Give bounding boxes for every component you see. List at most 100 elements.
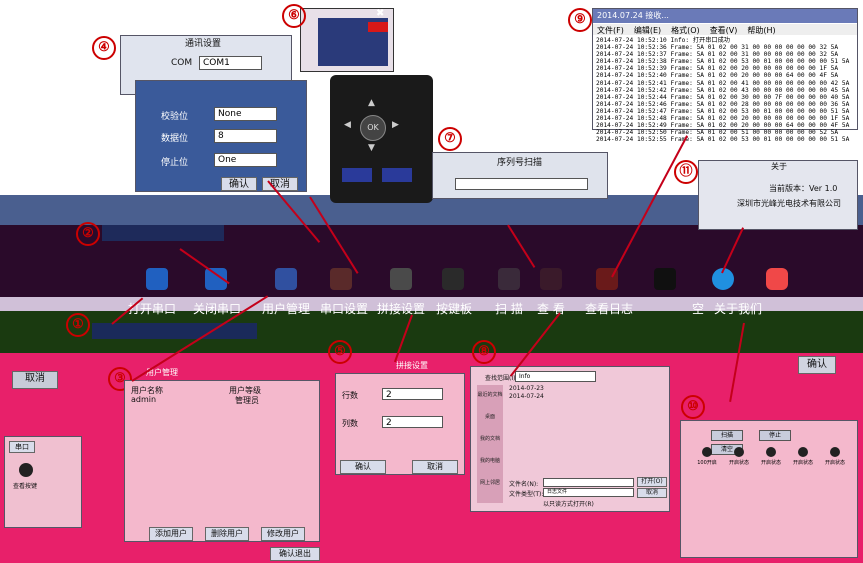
splice-title: 拼接设置 — [396, 361, 428, 370]
scan-button[interactable]: 停止 — [759, 430, 791, 441]
places-list: 最近的文档 桌面 我的文档 我的电脑 网上邻居 — [477, 391, 503, 501]
toolbar-splice-settings[interactable]: 拼接设置 — [377, 300, 425, 317]
keypad-icon[interactable] — [442, 268, 464, 290]
log-line: 2014-07-24 10:52:36 Frame: 5A 01 02 00 3… — [596, 44, 839, 52]
delete-user-button[interactable]: 删除用户 — [205, 527, 249, 541]
log-line: 2014-07-24 10:52:44 Frame: 5A 01 02 00 3… — [596, 93, 850, 101]
serial-scan-dialog: 序列号扫描 — [432, 152, 608, 199]
stopbits-select[interactable]: One — [214, 153, 277, 167]
splice-rows-select[interactable]: 2 — [382, 388, 443, 400]
status-dot-icon — [734, 447, 744, 457]
parity-select[interactable]: None — [214, 107, 277, 121]
open-port-icon[interactable] — [146, 268, 168, 290]
toolbar-scan[interactable]: 扫 描 — [495, 300, 523, 317]
scan-status-item[interactable]: 开启状态 — [723, 447, 755, 466]
close-icon[interactable]: ✖ — [376, 8, 384, 19]
toolbar-keypad[interactable]: 按键板 — [436, 300, 472, 317]
splice-cols-select[interactable]: 2 — [382, 416, 443, 428]
scan-status-item[interactable]: 100开启 — [691, 447, 723, 466]
file-item-1[interactable]: 2014-07-23 — [509, 385, 544, 392]
log-line: 2014-07-24 10:52:55 Frame: 5A 01 02 00 5… — [596, 136, 850, 144]
exit-confirm-button[interactable]: 确认退出 — [270, 547, 320, 561]
about-version: 当前版本：Ver 1.0 — [769, 184, 838, 193]
remote-right-icon[interactable]: ▶ — [392, 120, 399, 130]
toolbar-view-log[interactable]: 查看日志 — [585, 300, 633, 317]
toolbar-port-settings[interactable]: 串口设置 — [320, 300, 368, 317]
remote-left-icon[interactable]: ◀ — [344, 120, 351, 130]
toolbar-close-port[interactable]: 关闭串口 — [193, 300, 241, 317]
status-dot-icon — [830, 447, 840, 457]
place-item[interactable]: 最近的文档 — [477, 391, 503, 413]
filetype-select[interactable]: 日志文件 — [543, 488, 634, 497]
splice-ok-button[interactable]: 确认 — [340, 460, 386, 474]
log-menu-item[interactable]: 格式(O) — [671, 26, 700, 35]
toolbar-user-mgmt[interactable]: 用户管理 — [262, 300, 310, 317]
comm-ok-button[interactable]: 确认 — [221, 177, 257, 191]
com-select[interactable]: COM1 — [199, 56, 262, 70]
remote-body — [330, 75, 433, 203]
callout-6: ⑥ — [282, 4, 306, 28]
readonly-checkbox[interactable]: 以只读方式打开(R) — [543, 499, 594, 508]
splice-settings-icon[interactable] — [390, 268, 412, 290]
comm-cancel-button[interactable]: 取消 — [262, 177, 298, 191]
left-cancel-button[interactable]: 取消 — [12, 371, 58, 389]
status-bar-dark — [102, 225, 224, 241]
row-user-level[interactable]: 管理员 — [235, 395, 259, 406]
serial-scan-field[interactable] — [455, 178, 588, 190]
log-menu-item[interactable]: 帮助(H) — [747, 26, 775, 35]
scan-control-panel: 扫描 停止清空 100开启 开启状态 开启状态 开启状态 开启状态 — [680, 420, 858, 558]
toolbar-about[interactable]: 关于我们 — [714, 300, 762, 317]
log-line: 2014-07-24 10:52:10 Info: 打开串口成功 — [596, 37, 730, 44]
remote-up-icon[interactable]: ▲ — [368, 98, 375, 108]
left-key-label: 查看按键 — [13, 483, 38, 490]
left-port-button[interactable]: 串口 — [9, 441, 35, 453]
scan-status-item[interactable]: 开启状态 — [819, 447, 851, 466]
filename-input[interactable] — [543, 478, 634, 487]
log-line: 2014-07-24 10:52:41 Frame: 5A 01 02 00 4… — [596, 79, 850, 87]
callout-11: ⑪ — [674, 160, 698, 184]
remote-blue-key-right[interactable] — [382, 168, 412, 182]
remote-ok-button[interactable]: OK — [360, 115, 386, 141]
scan-button[interactable]: 扫描 — [711, 430, 743, 441]
log-line: 2014-07-24 10:52:50 Frame: 5A 01 02 00 5… — [596, 129, 839, 137]
log-menu-item[interactable]: 文件(F) — [597, 26, 624, 35]
log-line: 2014-07-24 10:52:38 Frame: 5A 01 02 00 5… — [596, 58, 850, 66]
open-button[interactable]: 打开(O) — [637, 477, 667, 487]
remote-down-icon[interactable]: ▼ — [368, 143, 375, 153]
lookin-select[interactable]: Info — [515, 371, 596, 382]
place-item[interactable]: 桌面 — [477, 413, 503, 435]
modify-user-button[interactable]: 修改用户 — [261, 527, 305, 541]
log-window: 2014.07.24 接收... 文件(F) 编辑(E) 格式(O) 查看(V) 帮助(… — [592, 8, 858, 143]
databits-select[interactable]: 8 — [214, 129, 277, 143]
scan-icon[interactable] — [498, 268, 520, 290]
filename-label: 文件名(N): — [509, 481, 539, 488]
callout-9: ⑨ — [568, 8, 592, 32]
log-menu-item[interactable]: 编辑(E) — [634, 26, 661, 35]
view-icon[interactable] — [540, 268, 562, 290]
remote-red-key[interactable] — [368, 22, 388, 32]
toolbar-empty[interactable]: 空 — [692, 300, 704, 317]
place-item[interactable]: 我的电脑 — [477, 457, 503, 479]
scan-status-row: 100开启 开启状态 开启状态 开启状态 开启状态 — [691, 447, 857, 467]
port-settings-icon[interactable] — [330, 268, 352, 290]
file-item-2[interactable]: 2014-07-24 — [509, 393, 544, 400]
log-line: 2014-07-24 10:52:42 Frame: 5A 01 02 00 4… — [596, 86, 850, 94]
scan-status-item[interactable]: 开启状态 — [787, 447, 819, 466]
toolbar-view[interactable]: 查 看 — [537, 300, 565, 317]
log-text-area[interactable]: 2014-07-24 10:52:10 Info: 打开串口成功 2014-07-… — [596, 37, 849, 143]
splice-rows-label: 行数 — [342, 391, 358, 400]
user-mgmt-icon[interactable] — [275, 268, 297, 290]
place-item[interactable]: 网上邻居 — [477, 479, 503, 501]
file-cancel-button[interactable]: 取消 — [637, 488, 667, 498]
add-user-button[interactable]: 添加用户 — [149, 527, 193, 541]
place-item[interactable]: 我的文档 — [477, 435, 503, 457]
empty-icon[interactable] — [654, 268, 676, 290]
scan-status-item[interactable]: 开启状态 — [755, 447, 787, 466]
power-icon[interactable] — [766, 268, 788, 290]
scan-status-label: 开启状态 — [824, 460, 845, 466]
log-menu-item[interactable]: 查看(V) — [710, 26, 738, 35]
row-user-name[interactable]: admin — [131, 395, 156, 404]
splice-cancel-button[interactable]: 取消 — [412, 460, 458, 474]
remote-blue-key-left[interactable] — [342, 168, 372, 182]
right-ok-button[interactable]: 确认 — [798, 356, 836, 374]
